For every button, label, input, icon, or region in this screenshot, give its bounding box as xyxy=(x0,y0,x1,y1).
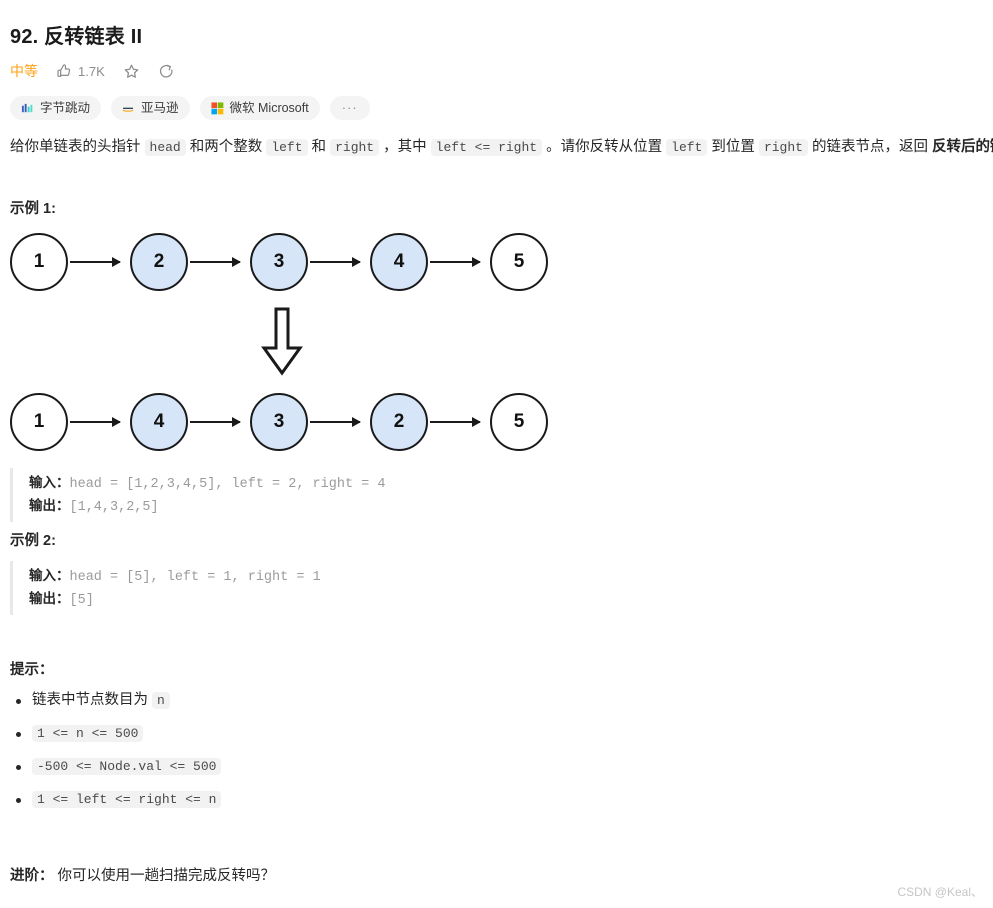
inline-code-left-2: left xyxy=(666,139,708,156)
company-tags: 字节跳动 亚马逊 微软 Microsoft ··· xyxy=(10,96,370,120)
edge-after-3 xyxy=(310,420,360,423)
desc-seg-4: ，其中 xyxy=(379,139,431,155)
inline-code-left-le-right: left <= right xyxy=(430,139,543,156)
hint-code: 1 <= n <= 500 xyxy=(32,725,144,742)
example-1-output-label: 输出： xyxy=(29,498,70,513)
company-tag-more-button[interactable]: ··· xyxy=(329,96,370,120)
page-title: 92. 反转链表 II xyxy=(10,26,143,48)
like-button[interactable]: 1.7K xyxy=(56,63,105,79)
node-after-3: 3 xyxy=(250,393,308,451)
example-2-output-value: [5] xyxy=(69,593,94,608)
node-after-1: 1 xyxy=(10,393,68,451)
hint-code: -500 <= Node.val <= 500 xyxy=(32,758,222,775)
share-icon xyxy=(158,63,175,80)
bytedance-icon xyxy=(21,102,34,115)
company-tag-label: 字节跳动 xyxy=(40,101,91,115)
node-before-3: 3 xyxy=(250,233,308,291)
inline-code-right-2: right xyxy=(758,139,808,156)
inline-code-head: head xyxy=(144,139,186,156)
company-tag-microsoft[interactable]: 微软 Microsoft xyxy=(199,96,320,120)
desc-seg-3: 和 xyxy=(307,139,331,155)
microsoft-icon xyxy=(210,101,224,115)
desc-seg-2: 和两个整数 xyxy=(185,139,267,155)
node-before-4: 4 xyxy=(370,233,428,291)
example-1-input-value: head = [1,2,3,4,5], left = 2, right = 4 xyxy=(69,477,386,492)
example-1-heading: 示例 1: xyxy=(10,201,56,217)
hint-item: 1 <= left <= right <= n xyxy=(10,789,510,810)
company-tag-label: 亚马逊 xyxy=(141,101,179,115)
favorite-button[interactable] xyxy=(123,63,140,80)
node-after-4: 2 xyxy=(370,393,428,451)
desc-seg-6: 到位置 xyxy=(707,139,759,155)
problem-description: 给你单链表的头指针 head 和两个整数 left 和 right ，其中 le… xyxy=(10,136,993,159)
desc-bold-reversed-list: 反转后的链表 xyxy=(932,139,993,155)
example-2-input-value: head = [5], left = 1, right = 1 xyxy=(69,570,321,585)
star-icon xyxy=(123,63,140,80)
inline-code-left: left xyxy=(266,139,308,156)
hint-item: -500 <= Node.val <= 500 xyxy=(10,756,510,777)
linked-list-diagram: 1 2 3 4 5 1 4 3 2 5 xyxy=(0,225,580,460)
example-1-input-label: 输入： xyxy=(29,475,70,490)
node-after-2: 4 xyxy=(130,393,188,451)
node-before-2: 2 xyxy=(130,233,188,291)
example-1-output-value: [1,4,3,2,5] xyxy=(69,500,159,515)
hints-list: 链表中节点数目为 n 1 <= n <= 500 -500 <= Node.va… xyxy=(10,690,510,822)
difficulty-badge: 中等 xyxy=(10,63,38,79)
hint-item: 链表中节点数目为 n xyxy=(10,690,510,711)
hint-code: n xyxy=(152,692,170,709)
edge-after-1 xyxy=(70,420,120,423)
node-before-5: 5 xyxy=(490,233,548,291)
node-after-5: 5 xyxy=(490,393,548,451)
down-arrow-icon xyxy=(255,307,309,377)
edge-before-4 xyxy=(430,260,480,263)
followup-text: 你可以使用一趟扫描完成反转吗？ xyxy=(53,868,276,884)
edge-before-2 xyxy=(190,260,240,263)
share-button[interactable] xyxy=(158,63,175,80)
example-2-code-block: 输入：head = [5], left = 1, right = 1 输出：[5… xyxy=(10,561,321,615)
followup-section: 进阶： 你可以使用一趟扫描完成反转吗？ xyxy=(10,866,275,887)
example-1-code-block: 输入：head = [1,2,3,4,5], left = 2, right =… xyxy=(10,468,385,522)
hint-code: 1 <= left <= right <= n xyxy=(32,791,222,808)
example-2-heading: 示例 2: xyxy=(10,533,56,549)
problem-page: 92. 反转链表 II 中等 1.7K 字节跳动 亚马逊 微软 Microsof… xyxy=(0,0,993,908)
hints-heading: 提示： xyxy=(10,662,54,678)
desc-seg-7: 的链表节点，返回 xyxy=(807,139,933,155)
like-count: 1.7K xyxy=(78,63,105,79)
problem-meta-row: 中等 1.7K xyxy=(10,60,175,82)
followup-label: 进阶： xyxy=(10,868,54,884)
desc-seg-5: 。请你反转从位置 xyxy=(542,139,667,155)
node-before-1: 1 xyxy=(10,233,68,291)
hint-text: 链表中节点数目为 xyxy=(32,692,153,708)
amazon-icon xyxy=(122,102,135,115)
edge-after-2 xyxy=(190,420,240,423)
edge-before-1 xyxy=(70,260,120,263)
company-tag-amazon[interactable]: 亚马逊 xyxy=(111,96,190,120)
edge-before-3 xyxy=(310,260,360,263)
example-2-input-label: 输入： xyxy=(29,568,70,583)
watermark: CSDN @Keal、 xyxy=(897,885,983,899)
example-2-output-label: 输出： xyxy=(29,591,70,606)
more-icon: ··· xyxy=(341,100,358,115)
inline-code-right: right xyxy=(330,139,380,156)
hint-item: 1 <= n <= 500 xyxy=(10,723,510,744)
desc-seg-1: 给你单链表的头指针 xyxy=(10,139,145,155)
edge-after-4 xyxy=(430,420,480,423)
thumbs-up-icon xyxy=(56,63,72,79)
company-tag-label: 微软 Microsoft xyxy=(229,101,309,115)
company-tag-bytedance[interactable]: 字节跳动 xyxy=(10,96,102,120)
